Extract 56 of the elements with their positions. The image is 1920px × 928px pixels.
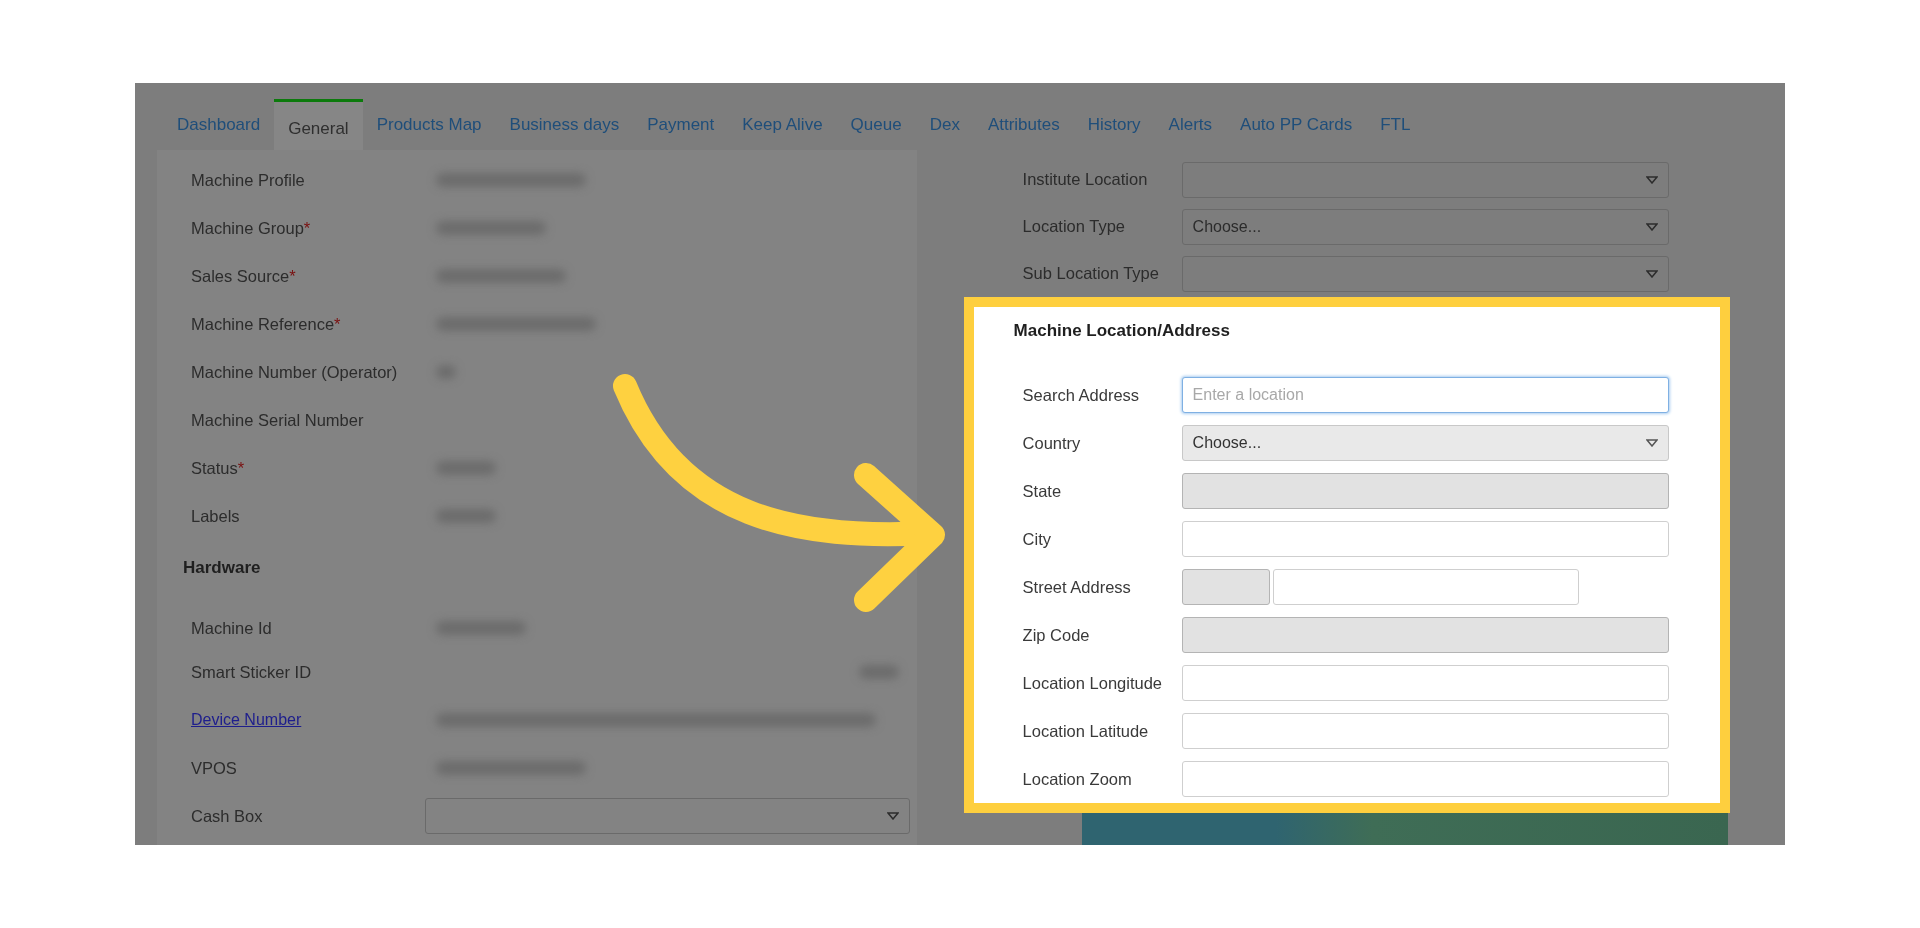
input-field[interactable] xyxy=(1181,761,1669,797)
tab[interactable]: Dashboard xyxy=(163,99,275,150)
field-label: Machine Group* xyxy=(191,218,312,238)
tab[interactable]: History xyxy=(1073,99,1155,150)
field-label: Institute Location xyxy=(1022,170,1149,189)
tab[interactable]: FTL xyxy=(1366,99,1425,150)
field-label: City xyxy=(1022,529,1052,549)
field-label: Machine Number (Operator) xyxy=(191,362,399,382)
tab[interactable]: Auto PP Cards xyxy=(1226,99,1367,150)
field-label: Labels xyxy=(191,506,241,526)
select-field[interactable]: Choose... xyxy=(1181,208,1669,245)
select-field[interactable] xyxy=(1181,255,1669,292)
tab[interactable]: Products Map xyxy=(362,99,496,150)
tab[interactable]: Keep Alive xyxy=(728,99,837,150)
input-field[interactable]: Enter a location xyxy=(1181,377,1669,413)
select-field[interactable] xyxy=(1181,161,1669,198)
field-label: Location Type xyxy=(1022,217,1127,236)
field-label: VPOS xyxy=(191,758,238,778)
caret-icon xyxy=(1645,269,1658,278)
section-heading: Hardware xyxy=(183,558,262,579)
tab[interactable]: Payment xyxy=(633,99,729,150)
field-label: Smart Sticker ID xyxy=(191,662,313,682)
field-link[interactable]: Device Number xyxy=(191,711,302,728)
field-label: Status* xyxy=(191,458,246,478)
tab[interactable]: Queue xyxy=(836,99,916,150)
field-label: Machine Profile xyxy=(191,170,306,190)
field-label: Street Address xyxy=(1022,577,1132,597)
tab[interactable]: Business days xyxy=(495,99,634,150)
field-label: Location Longitude xyxy=(1022,673,1164,693)
field-label: Machine Reference* xyxy=(191,314,342,334)
field-label: Sub Location Type xyxy=(1022,264,1160,283)
field-label: Search Address xyxy=(1022,385,1141,405)
field-label: Location Zoom xyxy=(1022,769,1133,789)
tab[interactable]: Attributes xyxy=(973,99,1074,150)
field-label: Machine Id xyxy=(191,618,273,638)
tab[interactable]: General xyxy=(274,99,363,150)
input-field[interactable] xyxy=(1272,569,1579,605)
tab[interactable]: Dex xyxy=(915,99,974,150)
input-field[interactable] xyxy=(1181,665,1669,701)
field-label: State xyxy=(1022,481,1063,501)
input-field[interactable] xyxy=(1181,569,1270,605)
field-label: Sales Source* xyxy=(191,266,297,286)
section-heading: Machine Location/Address xyxy=(1013,321,1231,342)
caret-icon xyxy=(1645,222,1658,231)
field-label: Country xyxy=(1022,433,1082,453)
tab[interactable]: Alerts xyxy=(1154,99,1227,150)
select-field[interactable] xyxy=(425,798,910,834)
caret-icon xyxy=(887,812,899,820)
caret-icon xyxy=(1645,175,1658,184)
input-field[interactable] xyxy=(1181,713,1669,749)
field-label: Zip Code xyxy=(1022,625,1091,645)
input-field[interactable] xyxy=(1181,521,1669,557)
field-label: Machine Serial Number xyxy=(191,410,365,430)
field-label: Cash Box xyxy=(191,806,264,826)
field-label: Location Latitude xyxy=(1022,721,1150,741)
caret-icon xyxy=(1645,439,1658,447)
